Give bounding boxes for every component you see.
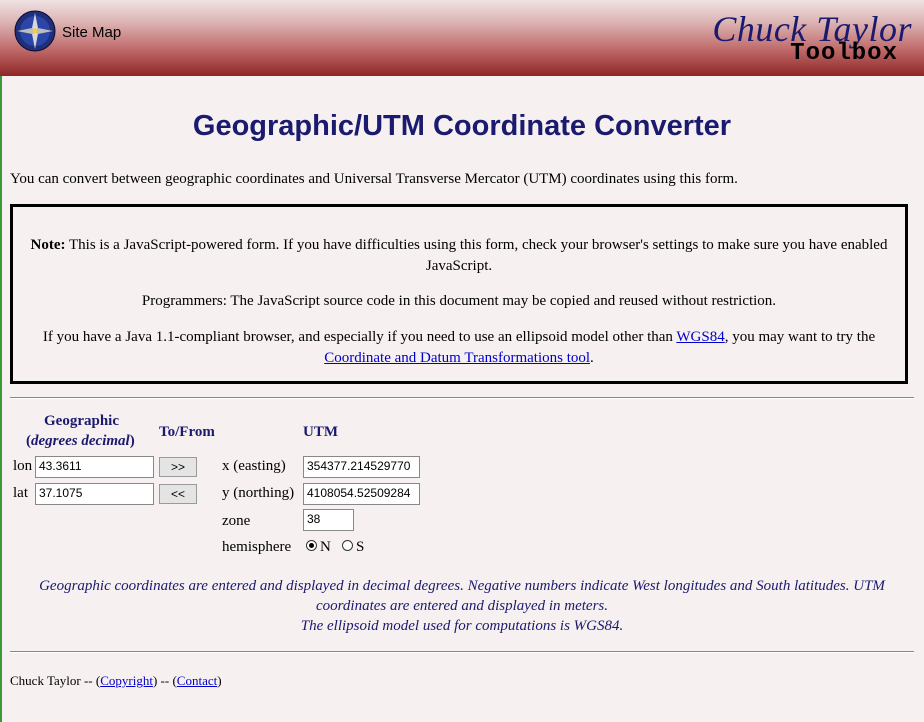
divider-bottom xyxy=(10,651,914,653)
to-utm-button[interactable]: >> xyxy=(159,457,197,477)
zone-input[interactable]: 38 xyxy=(303,509,354,531)
datum-tool-link[interactable]: Coordinate and Datum Transformations too… xyxy=(324,350,590,366)
northing-input[interactable]: 4108054.52509284 xyxy=(303,483,420,505)
compass-icon[interactable] xyxy=(14,10,56,52)
geographic-units: (degrees decimal) xyxy=(26,433,135,449)
notice-box: Note: This is a JavaScript-powered form.… xyxy=(10,204,908,384)
ellipsoid-note: The ellipsoid model used for computation… xyxy=(300,618,624,634)
easting-label: x (easting) xyxy=(222,458,286,474)
lat-label: lat xyxy=(13,485,28,501)
coordinate-units-note: Geographic coordinates are entered and d… xyxy=(39,578,885,614)
divider-top xyxy=(10,397,914,399)
intro-text: You can convert between geographic coord… xyxy=(10,171,738,187)
java-text-1: If you have a Java 1.1-compliant browser… xyxy=(42,329,677,345)
notice-java: If you have a Java 1.1-compliant browser… xyxy=(27,327,891,369)
coordinate-notes: Geographic coordinates are entered and d… xyxy=(0,576,924,636)
hemisphere-north-label: N xyxy=(320,539,331,555)
page-title: Geographic/UTM Coordinate Converter xyxy=(192,110,732,142)
hemisphere-label: hemisphere xyxy=(222,539,292,555)
hemisphere-south-label: S xyxy=(356,539,365,555)
note-text: This is a JavaScript-powered form. If yo… xyxy=(69,237,888,274)
to-geographic-button[interactable]: << xyxy=(159,484,197,504)
notice-javascript: Note: This is a JavaScript-powered form.… xyxy=(27,235,891,277)
geographic-heading: Geographic xyxy=(44,413,119,429)
note-label: Note: xyxy=(30,237,66,253)
wgs84-link[interactable]: WGS84 xyxy=(676,329,724,345)
lon-input[interactable]: 43.3611 xyxy=(35,456,154,478)
java-text-2: , you may want to try the xyxy=(724,329,876,345)
notice-programmers: Programmers: The JavaScript source code … xyxy=(141,293,777,309)
geographic-units-text: degrees decimal xyxy=(31,433,130,449)
footer-author: Chuck Taylor -- xyxy=(10,673,93,688)
footer-separator: -- xyxy=(160,673,170,688)
site-map-link[interactable]: Site Map xyxy=(62,24,121,41)
utm-heading: UTM xyxy=(303,424,338,440)
java-text-3: . xyxy=(590,350,594,366)
hemisphere-north-radio[interactable] xyxy=(306,540,317,551)
lat-input[interactable]: 37.1075 xyxy=(35,483,154,505)
footer: Chuck Taylor -- (Copyright) -- (Contact) xyxy=(10,673,222,688)
lon-label: lon xyxy=(13,458,33,474)
hemisphere-south-radio[interactable] xyxy=(342,540,353,551)
northing-label: y (northing) xyxy=(222,485,295,501)
easting-input[interactable]: 354377.214529770 xyxy=(303,456,420,478)
header-banner: Site Map Chuck Taylor Toolbox xyxy=(0,0,924,76)
tofrom-heading: To/From xyxy=(159,424,215,440)
brand-subtitle: Toolbox xyxy=(790,40,898,67)
copyright-link[interactable]: Copyright xyxy=(100,673,153,688)
contact-link[interactable]: Contact xyxy=(177,673,217,688)
zone-label: zone xyxy=(222,513,251,529)
